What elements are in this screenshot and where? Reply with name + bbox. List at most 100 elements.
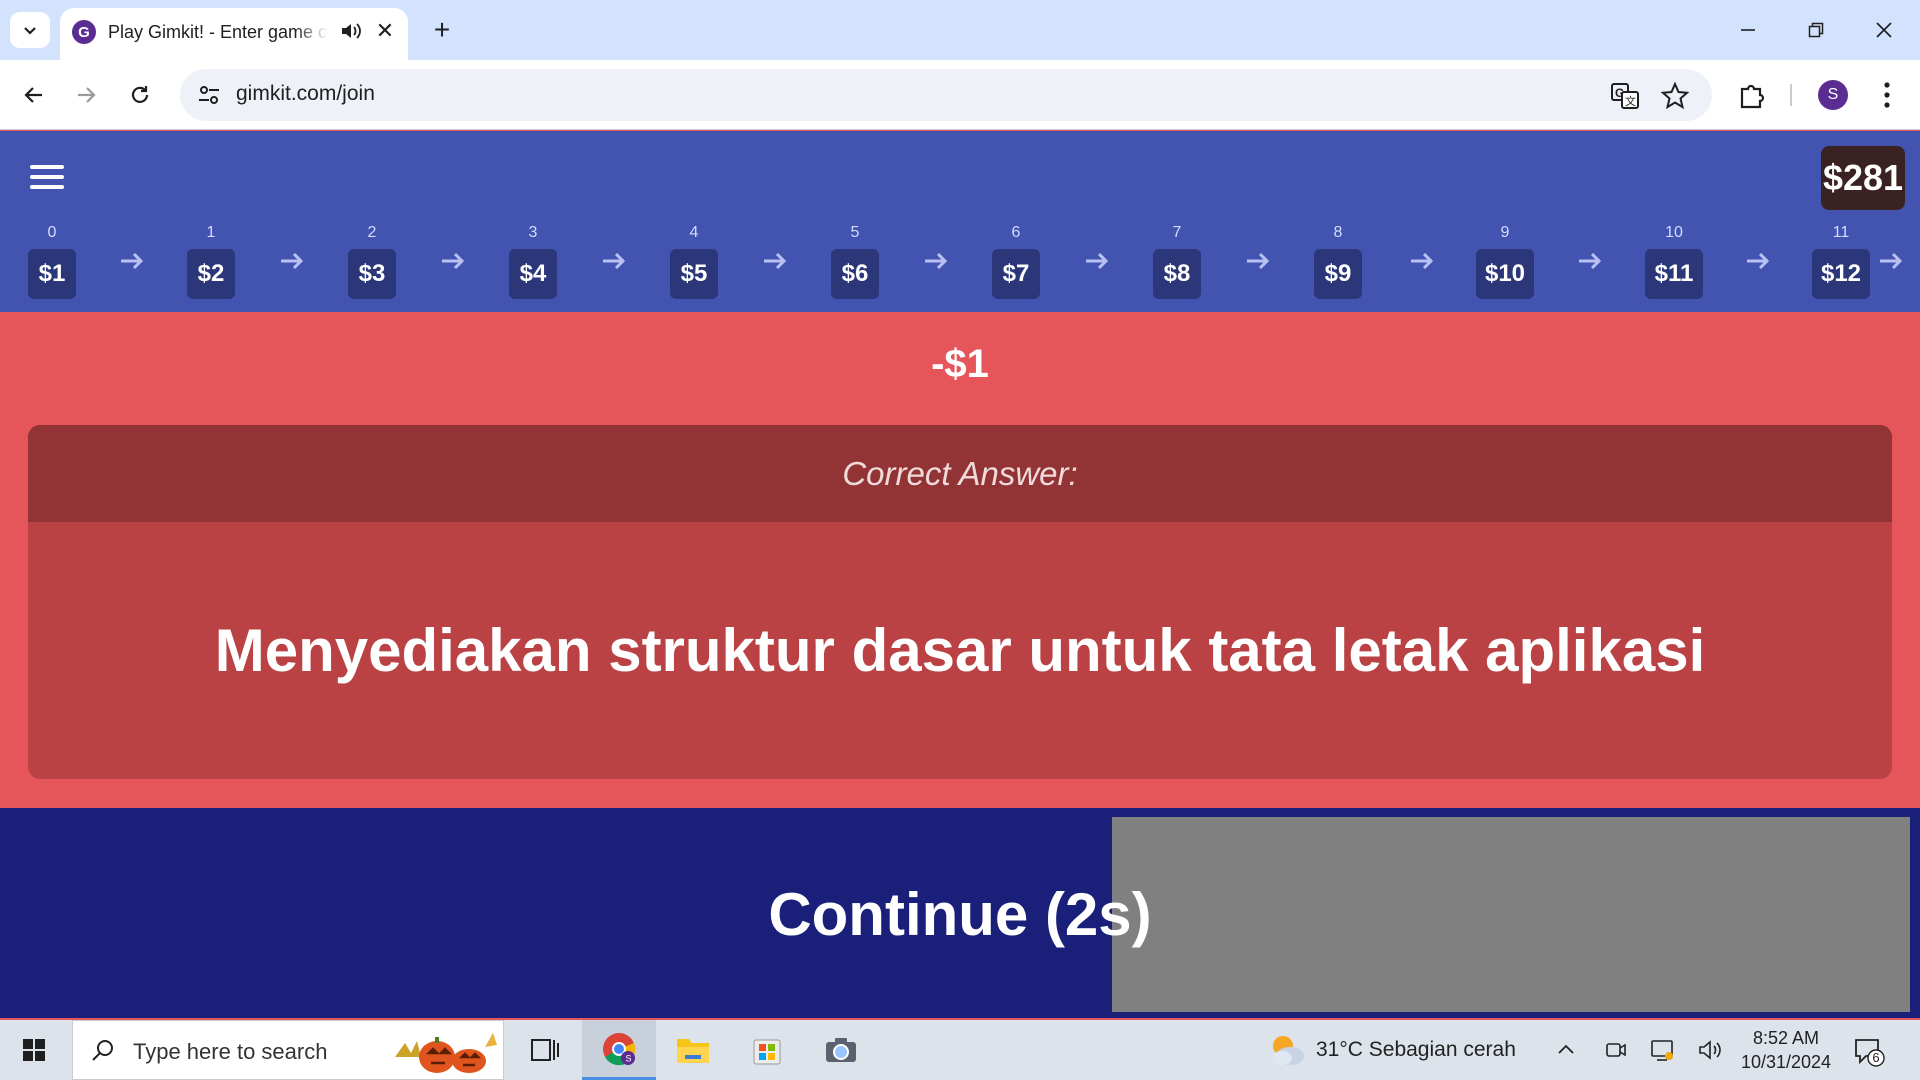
taskbar-search-box[interactable]: Type here to search xyxy=(72,1020,504,1080)
chrome-icon: S xyxy=(603,1032,636,1065)
game-header: $281 0 $1 1 $2 2 $3 3 $4 4 $5 5 $6 6 $7 7 $8 8 $9 9 $10 10 $1… xyxy=(0,131,1920,312)
level-index: 7 xyxy=(1172,224,1182,241)
close-window-button[interactable] xyxy=(1854,8,1914,52)
minimize-icon xyxy=(1741,29,1755,31)
windows-taskbar: Type here to search S 31°C Sebagian cera… xyxy=(0,1020,1920,1080)
correct-answer-card: Correct Answer: Menyediakan struktur das… xyxy=(28,425,1892,779)
partly-sunny-weather-icon[interactable] xyxy=(1268,1032,1306,1068)
volume-icon[interactable] xyxy=(1696,1036,1724,1064)
level-value-box: $1 xyxy=(28,249,76,299)
camera-icon xyxy=(826,1038,856,1062)
store-icon xyxy=(753,1039,781,1065)
task-view-icon xyxy=(531,1039,559,1061)
svg-text:文: 文 xyxy=(1625,94,1636,108)
taskbar-clock[interactable]: 8:52 AM 10/31/2024 xyxy=(1730,1026,1842,1074)
level-arrow-icon xyxy=(1879,252,1902,270)
clock-time: 8:52 AM xyxy=(1752,1028,1820,1048)
camera-taskbar-app[interactable] xyxy=(804,1020,878,1080)
search-icon xyxy=(92,1040,113,1061)
level-arrow-icon xyxy=(1246,252,1269,270)
tab-title: Play Gimkit! - Enter game code xyxy=(108,22,328,42)
site-info-icon[interactable] xyxy=(196,82,222,108)
microsoft-store-taskbar-app[interactable] xyxy=(730,1020,804,1080)
speaker-icon[interactable] xyxy=(338,18,364,44)
arrow-right-icon xyxy=(78,87,96,103)
level-value-box: $8 xyxy=(1153,249,1201,299)
windows-start-icon[interactable] xyxy=(14,1034,54,1066)
browser-toolbar: gimkit.com/join G文 S xyxy=(0,60,1920,130)
level-arrow-icon xyxy=(763,252,786,270)
meet-now-icon[interactable] xyxy=(1602,1036,1630,1064)
task-view-button[interactable] xyxy=(508,1020,582,1080)
correct-answer-label: Correct Answer: xyxy=(28,425,1892,522)
chrome-taskbar-app[interactable]: S xyxy=(582,1020,656,1080)
level-value-box: $9 xyxy=(1314,249,1362,299)
level-value-box: $12 xyxy=(1812,249,1870,299)
tab-search-button[interactable] xyxy=(10,12,50,48)
chevron-up-icon[interactable] xyxy=(1552,1036,1580,1064)
level-index: 11 xyxy=(1832,224,1850,241)
back-button[interactable] xyxy=(14,75,54,115)
translate-icon[interactable]: G文 xyxy=(1610,81,1640,111)
more-menu-icon[interactable] xyxy=(1872,78,1902,112)
level-value-box: $3 xyxy=(348,249,396,299)
continue-button[interactable]: Continue (2s) xyxy=(0,808,1920,1018)
url-text[interactable]: gimkit.com/join xyxy=(236,82,375,106)
level-index: 10 xyxy=(1665,224,1683,241)
toolbar-divider xyxy=(1790,84,1792,106)
folder-icon xyxy=(677,1039,709,1063)
level-arrow-icon xyxy=(1578,252,1601,270)
continue-label: Continue (2s) xyxy=(768,881,1152,948)
level-index: 9 xyxy=(1500,224,1510,241)
level-index: 1 xyxy=(206,224,216,241)
gimkit-favicon-icon: G xyxy=(72,20,96,44)
money-change-text: -$1 xyxy=(931,342,989,386)
extensions-puzzle-icon[interactable] xyxy=(1736,79,1768,111)
bookmark-star-icon[interactable] xyxy=(1660,81,1690,111)
close-tab-icon[interactable]: ✕ xyxy=(372,18,398,44)
minimize-button[interactable] xyxy=(1718,8,1778,52)
profile-avatar[interactable]: S xyxy=(1818,80,1848,110)
upgrade-levels-track: 0 $1 1 $2 2 $3 3 $4 4 $5 5 $6 6 $7 7 $8 8 $9 9 $10 10 $11 11 $1… xyxy=(0,224,1920,304)
notification-count: 6 xyxy=(1872,1050,1880,1065)
notifications-button[interactable]: 6 xyxy=(1852,1034,1886,1068)
correct-answer-text: Menyediakan struktur dasar untuk tata le… xyxy=(214,617,1706,684)
reload-icon xyxy=(131,86,149,103)
level-index: 4 xyxy=(689,224,699,241)
level-arrow-icon xyxy=(441,252,464,270)
arrow-left-icon xyxy=(24,87,42,103)
weather-text[interactable]: 31°C Sebagian cerah xyxy=(1316,1038,1516,1062)
level-arrow-icon xyxy=(1746,252,1769,270)
forward-button[interactable] xyxy=(66,75,106,115)
reload-button[interactable] xyxy=(120,75,160,115)
new-tab-button[interactable]: + xyxy=(424,12,460,48)
level-value-box: $6 xyxy=(831,249,879,299)
close-icon xyxy=(1876,22,1892,38)
level-value-box: $4 xyxy=(509,249,557,299)
halloween-pumpkins-icon xyxy=(395,1033,497,1073)
browser-tab[interactable]: G Play Gimkit! - Enter game code ✕ xyxy=(60,8,408,60)
file-explorer-taskbar-app[interactable] xyxy=(656,1020,730,1080)
level-arrow-icon xyxy=(120,252,143,270)
level-index: 2 xyxy=(367,224,377,241)
level-value-box: $10 xyxy=(1476,249,1534,299)
level-arrow-icon xyxy=(924,252,947,270)
chevron-down-icon xyxy=(24,27,36,35)
balance-display: $281 xyxy=(1821,146,1905,210)
browser-tab-bar: G Play Gimkit! - Enter game code ✕ + xyxy=(0,0,1920,60)
level-value-box: $2 xyxy=(187,249,235,299)
restore-icon xyxy=(1808,22,1824,38)
level-value-box: $7 xyxy=(992,249,1040,299)
restore-button[interactable] xyxy=(1786,8,1846,52)
search-placeholder: Type here to search xyxy=(133,1039,328,1064)
level-value-box: $5 xyxy=(670,249,718,299)
address-bar[interactable]: gimkit.com/join G文 xyxy=(180,69,1712,121)
level-index: 6 xyxy=(1011,224,1021,241)
menu-hamburger-icon[interactable] xyxy=(30,165,64,195)
level-arrow-icon xyxy=(280,252,303,270)
level-value-box: $11 xyxy=(1645,249,1703,299)
level-index: 0 xyxy=(47,224,57,241)
network-status-icon[interactable] xyxy=(1648,1036,1676,1064)
level-arrow-icon xyxy=(1410,252,1433,270)
level-index: 8 xyxy=(1333,224,1343,241)
